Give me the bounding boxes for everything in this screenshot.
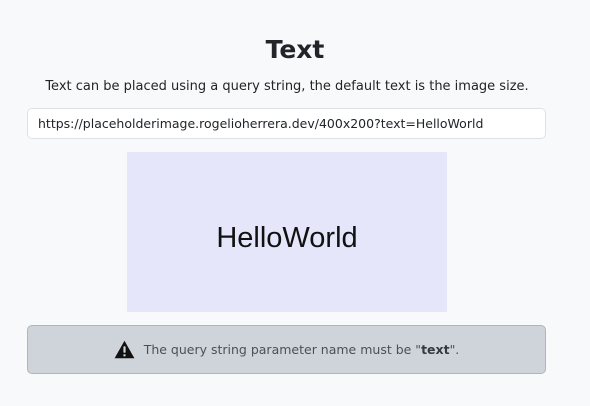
alert-param-name: text bbox=[421, 342, 450, 357]
placeholder-image-preview: HelloWorld bbox=[127, 152, 447, 312]
preview-text: HelloWorld bbox=[216, 222, 358, 254]
section-title: Text bbox=[265, 35, 325, 64]
alert-prefix: The query string parameter name must be … bbox=[143, 342, 422, 357]
section-description: Text can be placed using a query string,… bbox=[45, 79, 529, 94]
alert-message: The query string parameter name must be … bbox=[144, 342, 460, 357]
info-alert: The query string parameter name must be … bbox=[27, 325, 546, 374]
alert-suffix: ". bbox=[449, 342, 460, 357]
url-input[interactable] bbox=[27, 108, 546, 139]
text-section: Text Text can be placed using a query st… bbox=[0, 0, 590, 406]
warning-triangle-icon bbox=[114, 340, 135, 359]
